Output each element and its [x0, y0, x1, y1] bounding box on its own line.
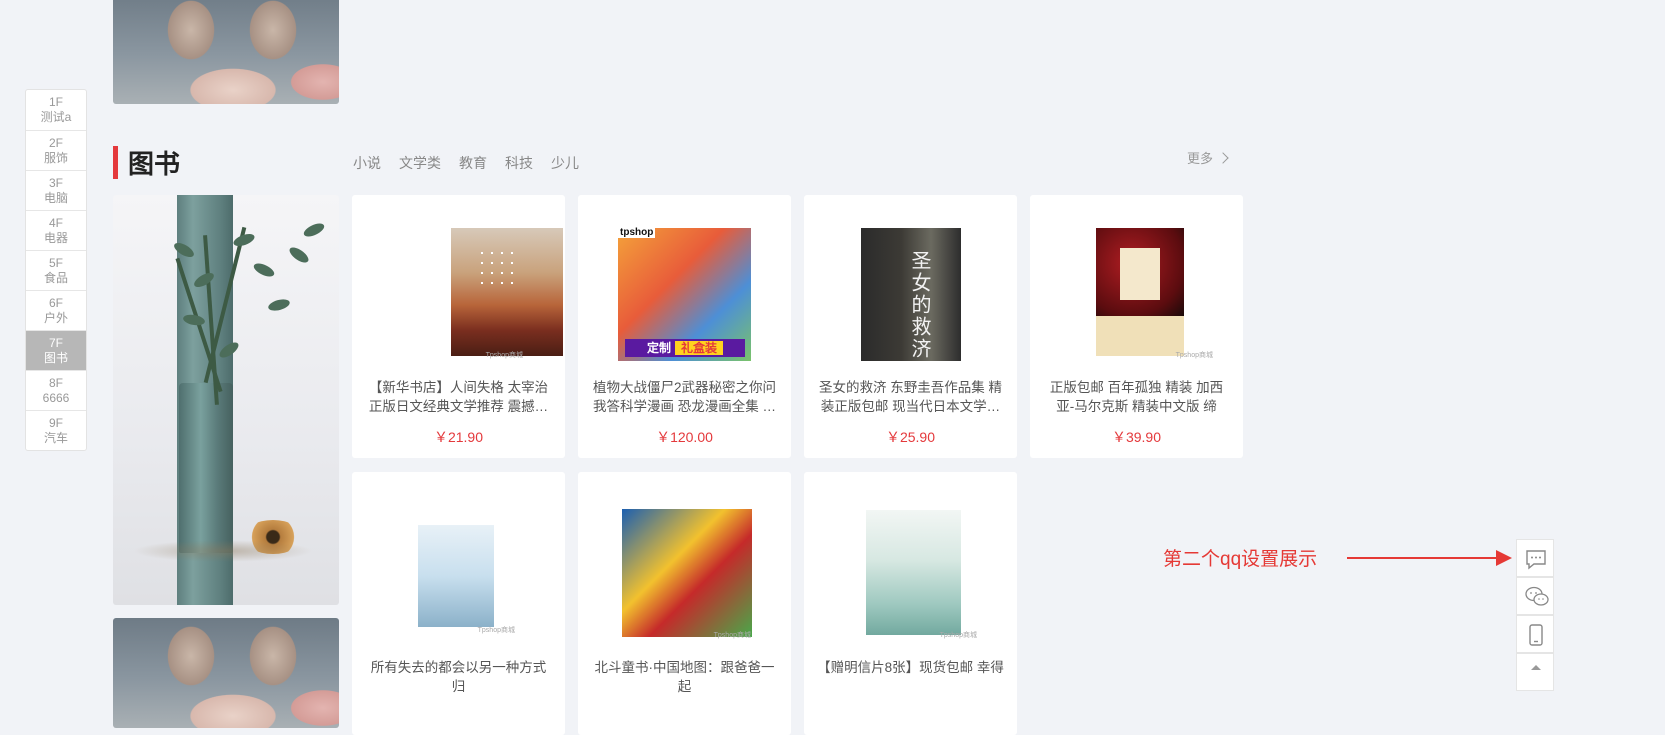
mobile-button[interactable] [1516, 615, 1554, 653]
floor-item-7[interactable]: 7F 图书 [26, 330, 86, 370]
watermark: Tpshop商城 [939, 632, 977, 639]
watermark: Tpshop商城 [477, 627, 515, 634]
floor-num: 2F [48, 136, 63, 150]
floor-label: 服饰 [43, 151, 68, 165]
product-card[interactable]: Tpshop商城 正版包邮 百年孤独 精装 加西亚-马尔克斯 精装中文版 缔造…… [1030, 195, 1243, 458]
product-price: ￥39.90 [1111, 429, 1162, 445]
floor-label: 电器 [43, 231, 68, 245]
floor-item-5[interactable]: 5F 食品 [26, 250, 86, 290]
product-name[interactable]: 圣女的救济 东野圭吾作品集 精装正版包邮 现当代日本文学… [817, 378, 1004, 416]
floor-num: 8F [48, 376, 63, 390]
tab-science[interactable]: 科技 [505, 154, 533, 172]
floor-label: 户外 [43, 311, 68, 325]
product-card[interactable]: Tpshop商城 北斗童书·中国地图：跟爸爸一起 [578, 472, 791, 735]
annotation-text: 第二个qq设置展示 [1163, 549, 1318, 570]
floor-item-2[interactable]: 2F 服饰 [26, 130, 86, 170]
floor-num: 4F [48, 216, 63, 230]
product-card[interactable]: Tpshop商城 【赠明信片8张】现货包邮 幸得 [804, 472, 1017, 735]
product-card[interactable]: 圣女的救济 圣女的救济 东野圭吾作品集 精装正版包邮 现当代日本文学… ￥25.… [804, 195, 1017, 458]
watermark: Tpshop商城 [485, 352, 523, 359]
wechat-icon [1525, 586, 1549, 606]
product-name[interactable]: 植物大战僵尸2武器秘密之你问我答科学漫画 恐龙漫画全集 … [591, 378, 778, 416]
floor-banner-image-2[interactable] [113, 618, 339, 728]
floor-banner-image[interactable] [113, 195, 339, 605]
wechat-button[interactable] [1516, 577, 1554, 615]
message-icon [1526, 550, 1546, 570]
product-image: 圣女的救济 [804, 228, 1017, 361]
floor-num: 5F [48, 256, 63, 270]
product-card[interactable]: tpshop 定制 礼盒装 植物大战僵尸2武器秘密之你问我答科学漫画 恐龙漫画全集… [578, 195, 791, 458]
floor-item-3[interactable]: 3F 电脑 [26, 170, 86, 210]
product-image: Tpshop商城 [1030, 228, 1243, 361]
section-title: 图书 [128, 149, 181, 179]
floor-label: 测试a [40, 110, 72, 124]
cover-title: 圣女的救济 [908, 250, 932, 360]
floor-label: 汽车 [43, 431, 68, 445]
floor-label: 6666 [42, 391, 70, 405]
product-name[interactable]: 所有失去的都会以另一种方式归 [365, 658, 552, 696]
product-image: Tpshop商城 [352, 505, 565, 638]
product-image: Tpshop商城 [392, 228, 563, 361]
floor-num: 3F [48, 176, 63, 190]
floor-item-9[interactable]: 9F 汽车 [26, 410, 86, 450]
message-button[interactable] [1516, 539, 1554, 577]
floor-nav: 1F 测试a 2F 服饰 3F 电脑 4F 电器 5F 食品 6F 户外 7F 图书 8F 66… [25, 89, 87, 451]
floor-label: 电脑 [43, 191, 68, 205]
brand-label: tpshop [618, 227, 656, 238]
product-price: ￥120.00 [656, 429, 713, 445]
tab-novel[interactable]: 小说 [353, 154, 381, 172]
product-name[interactable]: 【新华书店】人间失格 太宰治正版日文经典文学推荐 震撼… [365, 378, 552, 416]
section-tabs: 小说 文学类 教育 科技 少儿 [353, 154, 597, 172]
floor-item-6[interactable]: 6F 户外 [26, 290, 86, 330]
floor-num: 6F [48, 296, 63, 310]
product-name[interactable]: 【赠明信片8张】现货包邮 幸得 [817, 658, 1004, 696]
product-image: Tpshop商城 [804, 505, 1017, 639]
floor-item-8[interactable]: 8F 6666 [26, 370, 86, 410]
product-image: tpshop 定制 礼盒装 [618, 227, 751, 361]
tab-education[interactable]: 教育 [459, 154, 487, 172]
watermark: Tpshop商城 [1175, 352, 1213, 359]
more-link[interactable]: 更多 [1187, 150, 1229, 168]
floor-item-4[interactable]: 4F 电器 [26, 210, 86, 250]
mobile-icon [1529, 624, 1543, 646]
section-title-bar [113, 146, 118, 179]
top-icon [1531, 665, 1541, 670]
product-price: ￥21.90 [433, 429, 484, 445]
product-card[interactable]: Tpshop商城 【新华书店】人间失格 太宰治正版日文经典文学推荐 震撼… ￥2… [352, 195, 565, 458]
promo-banner: 定制 礼盒装 [625, 339, 745, 357]
floor-num: 9F [48, 416, 63, 430]
tab-children[interactable]: 少儿 [551, 154, 579, 172]
tab-literature[interactable]: 文学类 [399, 154, 441, 172]
chevron-right-icon [1217, 152, 1229, 164]
floor-label: 食品 [43, 271, 68, 285]
floor-item-1[interactable]: 1F 测试a [26, 90, 86, 130]
product-name[interactable]: 正版包邮 百年孤独 精装 加西亚-马尔克斯 精装中文版 缔造… [1043, 378, 1230, 416]
annotation-arrow-line [1347, 557, 1501, 559]
product-image: Tpshop商城 [578, 505, 791, 639]
floor-num: 7F [48, 336, 63, 350]
prev-floor-banner-image[interactable] [113, 0, 339, 104]
annotation-arrow-head [1496, 550, 1512, 566]
product-price: ￥25.90 [885, 429, 936, 445]
more-label: 更多 [1187, 151, 1214, 166]
product-name[interactable]: 北斗童书·中国地图：跟爸爸一起 [591, 658, 778, 696]
floor-num: 1F [48, 95, 63, 109]
back-to-top-button[interactable] [1516, 653, 1554, 691]
product-card[interactable]: Tpshop商城 所有失去的都会以另一种方式归 [352, 472, 565, 735]
floor-label: 图书 [43, 351, 68, 365]
watermark: Tpshop商城 [713, 632, 751, 639]
